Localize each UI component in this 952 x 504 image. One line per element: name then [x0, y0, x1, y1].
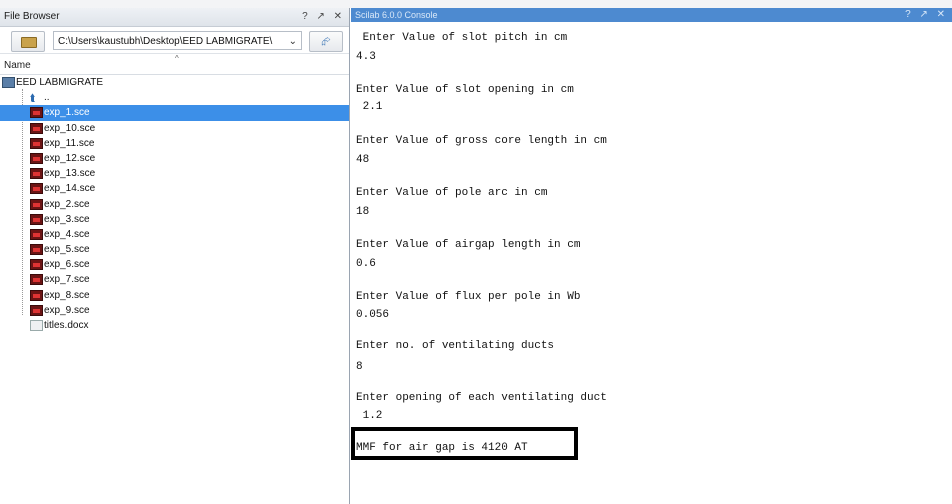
file-label: exp_7.sce	[44, 274, 90, 286]
file-label: titles.docx	[44, 320, 89, 331]
chevron-down-icon[interactable]: ⌄	[289, 32, 297, 49]
parent-entry-label: ..	[44, 92, 50, 104]
folder-icon	[21, 37, 37, 48]
scilab-file-icon	[30, 107, 43, 119]
file-label: exp_8.sce	[44, 289, 90, 301]
console-line: 1.2	[356, 410, 383, 422]
scilab-file-icon	[30, 213, 43, 225]
tree-file-item[interactable]: exp_11.sce	[0, 136, 349, 151]
tree-file-item[interactable]: exp_6.sce	[0, 257, 349, 272]
file-browser-title: File Browser	[4, 11, 60, 22]
tree-file-item[interactable]: exp_1.sce	[0, 105, 349, 121]
console-title: Scilab 6.0.0 Console	[355, 10, 438, 20]
scilab-file-icon	[30, 122, 43, 134]
scilab-file-icon	[30, 304, 43, 316]
tree-file-item[interactable]: exp_12.sce	[0, 151, 349, 166]
console-line: Enter Value of slot opening in cm	[356, 84, 574, 96]
tree-file-item[interactable]: exp_2.sce	[0, 197, 349, 212]
tree-file-item[interactable]: exp_9.sce	[0, 303, 349, 318]
arrow-icon: ⮳	[321, 34, 331, 48]
file-label: exp_9.sce	[44, 304, 90, 316]
file-browser-window-controls[interactable]: ? ↗ ✕	[302, 8, 345, 26]
console-titlebar: Scilab 6.0.0 Console ? ↗ ✕	[351, 8, 952, 22]
console-line: 18	[356, 206, 370, 218]
console-panel[interactable]: Scilab 6.0.0 Console ? ↗ ✕ Enter Value o…	[351, 8, 952, 504]
scilab-file-icon	[30, 244, 43, 256]
console-line: Enter opening of each ventilating duct	[356, 392, 607, 404]
result-highlight-box	[351, 427, 578, 460]
file-label: exp_1.sce	[44, 107, 90, 119]
console-line: 0.056	[356, 309, 390, 321]
tree-file-item[interactable]: titles.docx	[0, 318, 349, 333]
scilab-file-icon	[30, 289, 43, 301]
folder-icon	[2, 77, 15, 88]
tree-file-item[interactable]: exp_4.sce	[0, 227, 349, 242]
scilab-file-icon	[30, 228, 43, 240]
file-label: exp_6.sce	[44, 259, 90, 271]
console-line: Enter Value of slot pitch in cm	[356, 32, 568, 44]
file-label: exp_2.sce	[44, 198, 90, 210]
scilab-file-icon	[30, 274, 43, 286]
path-value: C:\Users\kaustubh\Desktop\EED LABMIGRATE…	[58, 36, 273, 47]
console-line: Enter no. of ventilating ducts	[356, 340, 555, 352]
file-label: exp_3.sce	[44, 213, 90, 225]
console-line: Enter Value of gross core length in cm	[356, 135, 607, 147]
tree-file-item[interactable]: exp_10.sce	[0, 121, 349, 136]
go-to-directory-button[interactable]: ⮳	[309, 31, 343, 52]
name-column-header[interactable]: ^ Name	[0, 54, 349, 75]
scilab-file-icon	[30, 259, 43, 271]
file-browser-panel: File Browser ? ↗ ✕ C:\Users\kaustubh\Des…	[0, 8, 350, 504]
up-folder-icon: ⮬	[30, 93, 36, 105]
top-strip	[0, 0, 952, 8]
tree-file-item[interactable]: exp_5.sce	[0, 242, 349, 257]
console-line: 2.1	[356, 101, 383, 113]
file-browser-titlebar: File Browser ? ↗ ✕	[0, 8, 349, 27]
console-window-controls[interactable]: ? ↗ ✕	[905, 8, 948, 22]
file-label: exp_11.sce	[44, 137, 95, 149]
sort-ascending-icon: ^	[175, 54, 179, 63]
tree-file-item[interactable]: exp_3.sce	[0, 212, 349, 227]
file-label: exp_5.sce	[44, 244, 90, 256]
file-label: exp_14.sce	[44, 183, 96, 195]
tree-file-item[interactable]: exp_8.sce	[0, 288, 349, 303]
tree-file-item[interactable]: exp_13.sce	[0, 166, 349, 181]
name-column-label: Name	[4, 60, 31, 71]
tree-file-item[interactable]: exp_14.sce	[0, 181, 349, 196]
console-line: 48	[356, 154, 370, 166]
file-tree: EED LABMIGRATE ⮬ .. exp_1.sce exp_10.sce…	[0, 75, 349, 333]
console-line: Enter Value of flux per pole in Wb	[356, 291, 581, 303]
tree-root-folder[interactable]: EED LABMIGRATE	[0, 75, 349, 90]
console-line: 8	[356, 361, 363, 373]
scilab-file-icon	[30, 198, 43, 210]
file-label: exp_4.sce	[44, 228, 90, 240]
file-label: exp_12.sce	[44, 152, 96, 164]
console-line: 4.3	[356, 51, 376, 63]
scilab-file-icon	[30, 168, 43, 180]
scilab-file-icon	[30, 152, 43, 164]
tree-file-item[interactable]: exp_7.sce	[0, 272, 349, 287]
console-line: Enter Value of pole arc in cm	[356, 187, 548, 199]
file-label: exp_13.sce	[44, 168, 96, 180]
scilab-file-icon	[30, 137, 43, 149]
document-file-icon	[30, 320, 43, 331]
scilab-file-icon	[30, 183, 43, 195]
browse-folder-button[interactable]	[11, 31, 45, 52]
root-folder-label: EED LABMIGRATE	[16, 77, 104, 88]
console-line: Enter Value of airgap length in cm	[356, 239, 581, 251]
file-label: exp_10.sce	[44, 122, 96, 134]
tree-parent-entry[interactable]: ⮬ ..	[0, 90, 349, 105]
console-line: 0.6	[356, 258, 376, 270]
